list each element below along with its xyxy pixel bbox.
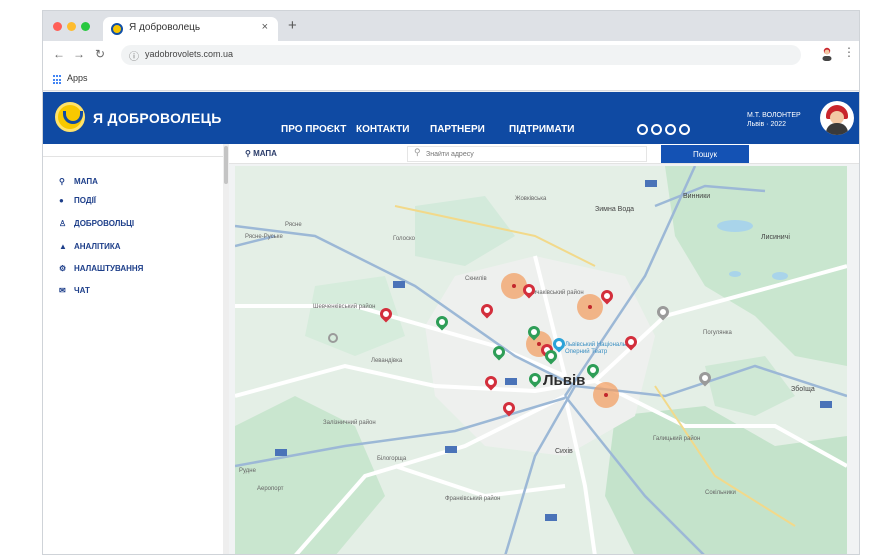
bookmarks-bar: Apps: [43, 69, 859, 91]
map-label-vynnyky: Винники: [683, 193, 711, 200]
sidebar-scroll-thumb[interactable]: [224, 146, 228, 184]
map-label-rudne: Рудне: [239, 468, 256, 474]
breadcrumb: ⚲ МАПА: [245, 149, 277, 158]
facebook-icon[interactable]: [637, 124, 648, 135]
map-label-zhovkva: Жовківська: [515, 196, 547, 202]
settings-icon: ⚙: [59, 264, 67, 273]
map-label-sykhiv: Сихів: [555, 448, 573, 455]
browser-menu-icon[interactable]: ⋮: [843, 45, 855, 59]
app-name[interactable]: Я ДОБРОВОЛЕЦЬ: [93, 110, 222, 126]
address-bar[interactable]: ⓘ yadobrovolets.com.ua: [121, 45, 801, 65]
search-icon: ⚲: [414, 147, 421, 157]
sidebar-item-label: ПОДІЇ: [74, 196, 96, 205]
map-label-ryasne: Рясне: [285, 222, 302, 228]
instagram-icon[interactable]: [651, 124, 662, 135]
sidebar-item-chat[interactable]: ✉ ЧАТ: [59, 286, 90, 295]
search-box[interactable]: ⚲: [407, 146, 647, 162]
sidebar-item-events[interactable]: ● ПОДІЇ: [59, 196, 96, 205]
sidebar-header: [43, 144, 223, 157]
profile-icon[interactable]: [821, 47, 833, 61]
forward-button[interactable]: →: [73, 47, 85, 61]
chat-icon: ✉: [59, 286, 66, 295]
sidebar-item-label: АНАЛІТИКА: [74, 242, 121, 251]
window-close-dot[interactable]: [53, 22, 62, 31]
sidebar-item-settings[interactable]: ⚙ НАЛАШТУВАННЯ: [59, 264, 143, 273]
map-toolbar: ⚲ МАПА ⚲ Пошук: [229, 144, 859, 164]
browser-window: Я доброволець × + ← → ↻ ⓘ yadobrovolets.…: [42, 10, 860, 555]
sidebar-item-map[interactable]: ⚲ МАПА: [59, 177, 98, 186]
sidebar-item-volunteers[interactable]: ♙ ДОБРОВОЛЬЦІ: [59, 219, 134, 228]
apps-grid-icon[interactable]: [53, 75, 63, 85]
sidebar-scrollbar[interactable]: [223, 144, 229, 554]
map-label-levandivka: Левандівка: [371, 358, 403, 364]
logo-icon[interactable]: [55, 102, 85, 132]
analytics-icon: ▲: [59, 242, 67, 251]
map-label-bilohorshcha: Білогорща: [377, 456, 407, 462]
site-info-icon[interactable]: ⓘ: [129, 48, 139, 63]
apps-bookmark[interactable]: Apps: [67, 73, 88, 83]
location-icon: ●: [59, 196, 64, 205]
map-label-lysynychi: Лисиничі: [761, 234, 790, 241]
map-label-sknyliv: Скнилів: [465, 276, 487, 282]
map-label-city: Львів: [543, 372, 586, 389]
tab-title: Я доброволець: [129, 22, 201, 33]
map-label-lychakiv: Личаківський район: [529, 290, 584, 296]
marker-cluster[interactable]: [593, 382, 619, 408]
sidebar: ⚲ МАПА ● ПОДІЇ ♙ ДОБРОВОЛЬЦІ ▲ АНАЛІТИКА ⚙ НА…: [43, 144, 229, 554]
search-input[interactable]: [426, 149, 636, 160]
telegram-icon[interactable]: [665, 124, 676, 135]
map-view[interactable]: Зимна Вода Винники Лисиничі Рясне Голоск…: [235, 166, 847, 554]
map-label-halytskyi: Галицький район: [653, 436, 701, 442]
window-maximize-dot[interactable]: [81, 22, 90, 31]
user-name-line2: Львів · 2022: [747, 121, 787, 128]
map-pin-icon: ⚲: [59, 177, 65, 186]
url-text[interactable]: yadobrovolets.com.ua: [145, 49, 233, 59]
user-name: М.Т. ВОЛОНТЕР Львів · 2022: [747, 111, 807, 129]
back-button[interactable]: ←: [53, 47, 65, 61]
youtube-icon[interactable]: [679, 124, 690, 135]
map-label-frankivskyi: Франківський район: [445, 496, 501, 502]
breadcrumb-label: МАПА: [253, 149, 277, 158]
app-header: Я ДОБРОВОЛЕЦЬ ПРО ПРОЄКТ КОНТАКТИ ПАРТНЕ…: [43, 92, 859, 144]
window-minimize-dot[interactable]: [67, 22, 76, 31]
nav-partners[interactable]: ПАРТНЕРИ: [430, 124, 485, 135]
people-icon: ♙: [59, 219, 67, 228]
map-label-zaliznychnyi: Залізничний район: [323, 420, 376, 426]
sidebar-item-analytics[interactable]: ▲ АНАЛІТИКА: [59, 242, 121, 251]
sidebar-item-label: МАПА: [74, 177, 98, 186]
address-bar-row: ← → ↻ ⓘ yadobrovolets.com.ua ⋮: [43, 41, 859, 69]
tab-close-icon[interactable]: ×: [262, 21, 268, 33]
map-label-pohulianka: Погулянка: [703, 330, 732, 336]
nav-contacts[interactable]: КОНТАКТИ: [356, 124, 409, 135]
map-label-zboishcha: Збоїща: [791, 386, 815, 393]
user-name-line1: М.Т. ВОЛОНТЕР: [747, 112, 801, 119]
favicon-icon: [111, 23, 123, 35]
marker-cluster[interactable]: [577, 294, 603, 320]
sidebar-item-label: ДОБРОВОЛЬЦІ: [74, 219, 135, 228]
map-label-holosko: Голоско: [393, 236, 415, 242]
social-links: [637, 124, 690, 135]
tab-strip: Я доброволець × +: [43, 11, 859, 41]
avatar[interactable]: [820, 101, 854, 135]
search-button[interactable]: Пошук: [661, 145, 749, 163]
nav-about[interactable]: ПРО ПРОЄКТ: [281, 124, 346, 135]
nav-support[interactable]: ПІДТРИМАТИ: [509, 124, 574, 135]
reload-button[interactable]: ↻: [95, 47, 105, 61]
map-label-riasne-ru: Рясне-Руське: [245, 234, 283, 240]
map-label-sokilnyky: Сокільники: [705, 490, 736, 496]
sidebar-item-label: ЧАТ: [74, 286, 90, 295]
map-label-zymna: Зимна Вода: [595, 206, 635, 213]
map-label-airport: Аеропорт: [257, 486, 284, 492]
sidebar-item-label: НАЛАШТУВАННЯ: [74, 264, 144, 273]
browser-tab[interactable]: Я доброволець ×: [103, 17, 278, 41]
new-tab-button[interactable]: +: [288, 17, 297, 34]
